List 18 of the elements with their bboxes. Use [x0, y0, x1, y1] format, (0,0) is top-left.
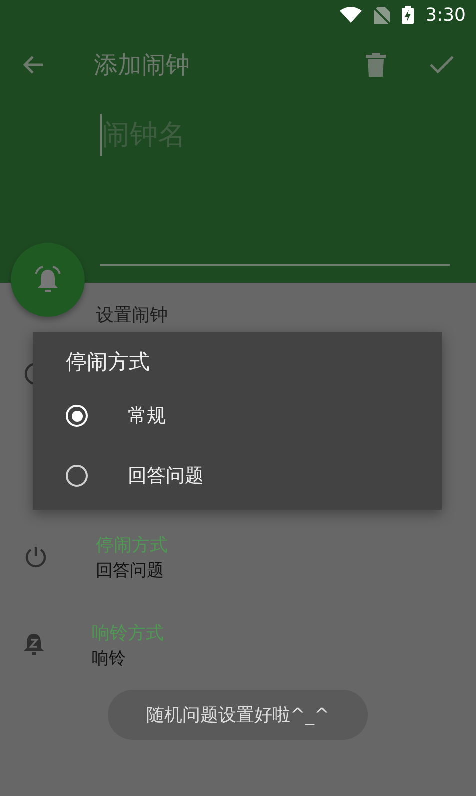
setting-title: 设置闹钟 [96, 304, 168, 327]
dialog-title: 停闹方式 [66, 349, 151, 376]
wifi-icon [340, 7, 362, 23]
battery-charging-icon [402, 6, 414, 24]
power-icon [24, 545, 48, 569]
setting-value: 回答问题 [96, 560, 165, 582]
no-sim-icon [374, 6, 390, 24]
check-icon[interactable] [430, 55, 454, 75]
option-label[interactable]: 回答问题 [128, 463, 204, 489]
trash-icon[interactable] [366, 53, 386, 77]
option-label[interactable]: 常规 [128, 403, 166, 429]
snooze-bell-icon [24, 633, 44, 657]
toolbar-title: 添加闹钟 [94, 50, 191, 81]
setting-value: 响铃 [92, 648, 127, 670]
toast-message: 随机问题设置好啦^_^ [108, 690, 368, 740]
radio-button[interactable] [66, 465, 88, 487]
alarm-bell-icon [33, 265, 63, 295]
status-time: 3:30 [426, 4, 466, 26]
